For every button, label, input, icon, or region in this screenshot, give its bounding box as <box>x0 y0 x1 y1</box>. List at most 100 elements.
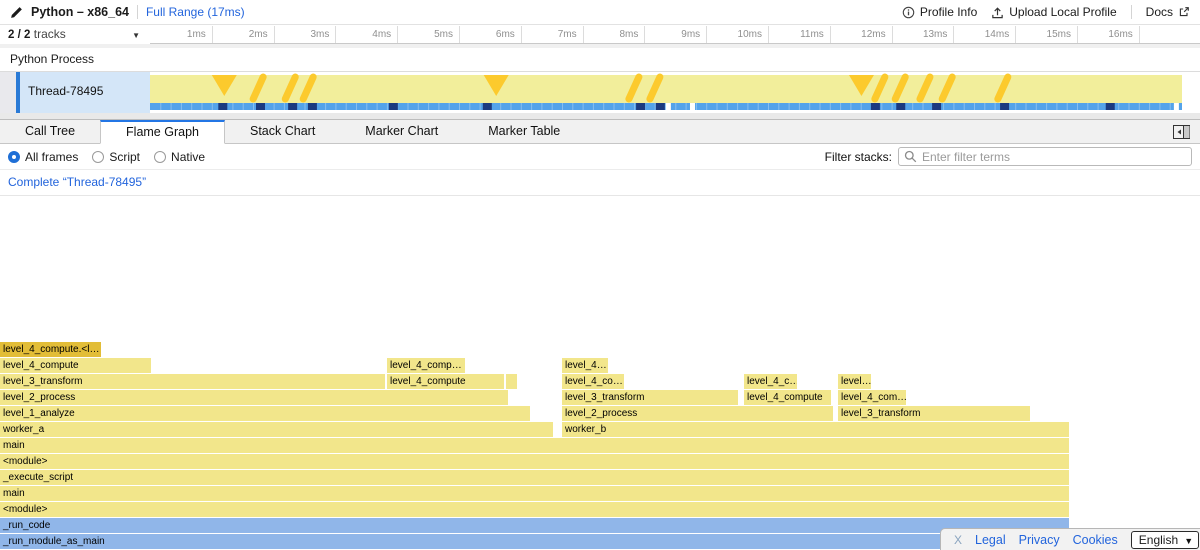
tab-flame-graph[interactable]: Flame Graph <box>100 120 225 144</box>
tab-stack-chart[interactable]: Stack Chart <box>225 120 340 143</box>
footer-link-legal[interactable]: Legal <box>975 533 1006 547</box>
thread-track-visualization[interactable] <box>150 72 1182 113</box>
cpu-busy-segment <box>483 103 492 110</box>
filter-stacks-label: Filter stacks: <box>825 150 892 164</box>
cpu-busy-segment <box>1000 103 1009 110</box>
track-gutter <box>0 72 16 113</box>
flame-box[interactable]: level_4… <box>562 358 608 373</box>
flame-box[interactable]: <module> <box>0 454 1069 469</box>
chevron-down-icon: ▼ <box>132 27 140 44</box>
profile-info-button[interactable]: Profile Info <box>902 5 977 19</box>
track-canvas[interactable] <box>150 72 1182 113</box>
flame-box[interactable]: level_4_compute <box>0 358 151 373</box>
flame-box[interactable] <box>506 374 517 389</box>
full-range-button[interactable]: Full Range (17ms) <box>146 5 245 19</box>
cpu-busy-segment <box>218 103 227 110</box>
flame-box[interactable]: _run_code <box>0 518 1069 533</box>
breadcrumb[interactable]: Complete “Thread-78495” <box>0 170 1200 196</box>
radio-button-icon <box>8 151 20 163</box>
ruler-tick-line <box>1139 26 1140 43</box>
top-header: Python – x86_64 Full Range (17ms) Profil… <box>0 0 1200 25</box>
footer-close-button[interactable]: X <box>954 533 962 547</box>
ruler-tick-label: 12ms <box>830 26 886 43</box>
thread-name: Thread-78495 <box>28 84 103 98</box>
language-value: English (US) <box>1139 533 1178 550</box>
tab-call-tree[interactable]: Call Tree <box>0 120 100 143</box>
radio-label: Script <box>109 150 140 164</box>
radio-native[interactable]: Native <box>154 150 205 164</box>
upload-profile-button[interactable]: Upload Local Profile <box>991 5 1116 19</box>
tracks-count: 2 / 2 <box>8 29 30 41</box>
ruler-tick-label: 8ms <box>582 26 638 43</box>
radio-label: Native <box>171 150 205 164</box>
radio-button-icon <box>154 151 166 163</box>
flame-box[interactable]: level_4_com… <box>838 390 906 405</box>
ruler-tick-label: 1ms <box>150 26 206 43</box>
flame-box[interactable]: level_2_process <box>562 406 833 421</box>
timeline-ruler[interactable]: 1ms2ms3ms4ms5ms6ms7ms8ms9ms10ms11ms12ms1… <box>0 26 1200 44</box>
radio-label: All frames <box>25 150 78 164</box>
radio-script[interactable]: Script <box>92 150 140 164</box>
tab-marker-table[interactable]: Marker Table <box>463 120 585 143</box>
flame-box[interactable]: _execute_script <box>0 470 1069 485</box>
flame-box[interactable]: level_2_process <box>0 390 508 405</box>
tab-bar: Call TreeFlame GraphStack ChartMarker Ch… <box>0 119 1200 144</box>
tracks-dropdown[interactable]: 2 / 2 tracks ▼ <box>0 26 150 44</box>
footer-links: Legal Privacy Cookies <box>975 533 1118 547</box>
header-separator <box>1131 5 1132 19</box>
sidebar-toggle-icon[interactable] <box>1173 125 1190 139</box>
process-track-header[interactable]: Python Process <box>0 48 1200 72</box>
flame-box[interactable]: worker_a <box>0 422 553 437</box>
flame-box[interactable]: level_4_co… <box>562 374 624 389</box>
tab-marker-chart[interactable]: Marker Chart <box>340 120 463 143</box>
ruler-tick-label: 16ms <box>1077 26 1133 43</box>
edit-pencil-icon[interactable] <box>10 6 23 19</box>
header-separator <box>137 5 138 19</box>
chevron-down-icon: ▼ <box>1184 533 1193 549</box>
flame-box[interactable]: level_1_analyze <box>0 406 530 421</box>
thread-track[interactable]: Thread-78495 <box>0 72 1200 113</box>
flame-box[interactable]: worker_b <box>562 422 1069 437</box>
cpu-busy-segment <box>1106 103 1115 110</box>
cpu-busy-segment <box>896 103 905 110</box>
thread-track-label[interactable]: Thread-78495 <box>0 72 150 113</box>
radio-all-frames[interactable]: All frames <box>8 150 78 164</box>
language-select[interactable]: English (US) ▼ <box>1131 531 1199 549</box>
ruler-tick-label: 15ms <box>1015 26 1071 43</box>
flame-box[interactable]: level_4_c… <box>744 374 797 389</box>
cpu-busy-segment <box>308 103 317 110</box>
radio-button-icon <box>92 151 104 163</box>
flame-box[interactable]: level_3_transform <box>0 374 385 389</box>
external-link-icon <box>1178 6 1190 18</box>
ruler-tick-label: 7ms <box>521 26 577 43</box>
flame-box[interactable]: level_4_compute <box>744 390 831 405</box>
ruler-tick-label: 13ms <box>891 26 947 43</box>
flame-box[interactable]: main <box>0 438 1069 453</box>
flame-graph[interactable]: level_4_compute.<l…level_4_computelevel_… <box>0 196 1200 550</box>
cpu-busy-segment <box>389 103 398 110</box>
footer-link-privacy[interactable]: Privacy <box>1019 533 1060 547</box>
flame-graph-toolbar: All frames Script Native Filter stacks: <box>0 144 1200 170</box>
flame-box[interactable]: level_4_compute.<l… <box>0 342 101 357</box>
footer-link-cookies[interactable]: Cookies <box>1073 533 1118 547</box>
ruler-tick-label: 4ms <box>335 26 391 43</box>
search-icon <box>904 150 917 166</box>
filter-stacks-input[interactable] <box>898 147 1192 166</box>
flame-box[interactable]: level_4_comp… <box>387 358 465 373</box>
tab-bar-tabs: Call TreeFlame GraphStack ChartMarker Ch… <box>0 120 585 143</box>
ruler-tick-label: 11ms <box>768 26 824 43</box>
docs-link[interactable]: Docs <box>1146 5 1190 19</box>
footer-bar: X Legal Privacy Cookies English (US) ▼ <box>940 528 1200 550</box>
flame-box[interactable]: main <box>0 486 1069 501</box>
flame-box[interactable]: level_4_compute <box>387 374 504 389</box>
cpu-busy-segment <box>932 103 941 110</box>
ruler-tick-label: 14ms <box>953 26 1009 43</box>
flame-box[interactable]: <module> <box>0 502 1069 517</box>
ruler-tick-label: 5ms <box>397 26 453 43</box>
flame-box[interactable]: level_3_transform <box>838 406 1030 421</box>
flame-box[interactable]: _run_module_as_main <box>0 534 1069 549</box>
flame-box[interactable]: level… <box>838 374 871 389</box>
flame-box[interactable]: level_3_transform <box>562 390 738 405</box>
cpu-busy-segment <box>871 103 880 110</box>
track-selected-accent <box>16 72 20 113</box>
